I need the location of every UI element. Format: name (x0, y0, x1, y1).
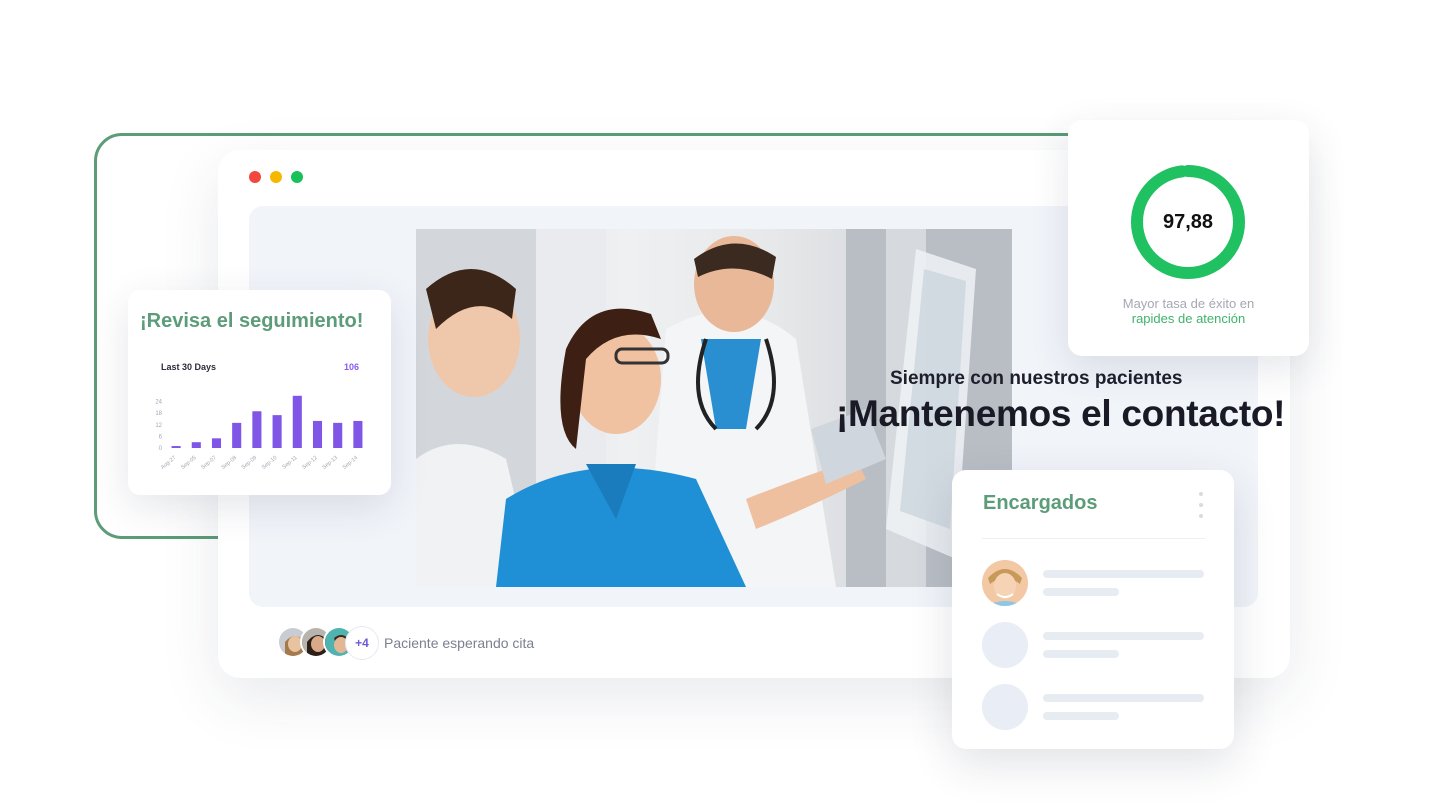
chart-bar[interactable] (232, 422, 242, 448)
member-role-placeholder (1043, 650, 1119, 658)
more-patients-badge[interactable]: +4 (345, 626, 379, 660)
success-caption-highlight: rapides de atención (1131, 311, 1246, 326)
x-tick-label: Sep-07 (200, 455, 217, 471)
tagline-heading: ¡Mantenemos el contacto! (836, 393, 1286, 434)
x-tick-label: Aug-27 (160, 455, 177, 471)
y-tick-label: 24 (155, 400, 162, 406)
x-tick-label: Sep-08 (221, 455, 238, 471)
avatar (982, 684, 1028, 730)
followup-card: ¡Revisa el seguimiento! Last 30 Days 106… (128, 290, 391, 495)
success-caption: Mayor tasa de éxito en (1122, 296, 1255, 311)
waiting-label: Paciente esperando cita (384, 635, 535, 651)
x-tick-label: Sep-10 (261, 455, 278, 471)
success-value: 97,88 (1162, 210, 1214, 233)
member-name-placeholder (1043, 694, 1204, 702)
minimize-dot-icon[interactable] (270, 171, 282, 183)
chart-bar[interactable] (211, 438, 222, 448)
tagline-subtitle: Siempre con nuestros pacientes (890, 368, 1183, 389)
member-role-placeholder (1043, 588, 1119, 596)
chart-period-label: Last 30 Days (161, 362, 217, 372)
chart-bar[interactable] (252, 411, 262, 448)
close-dot-icon[interactable] (249, 171, 261, 183)
chart-bar[interactable] (191, 442, 201, 448)
y-tick-label: 6 (159, 434, 163, 440)
bar-chart: 06121824Aug-27 Sep-05 Sep-07 Sep-08 Sep-09 Se… (155, 395, 363, 471)
chart-bar[interactable] (272, 415, 282, 448)
chart-bar[interactable] (312, 420, 323, 448)
x-tick-label: Sep-05 (180, 455, 197, 471)
team-member[interactable] (982, 684, 1204, 730)
x-tick-label: Sep-12 (301, 455, 318, 471)
followup-title: ¡Revisa el seguimiento! (140, 310, 364, 332)
team-title: Encargados (983, 492, 1098, 514)
chart-total: 106 (343, 362, 359, 372)
x-tick-label: Sep-11 (281, 455, 298, 471)
y-tick-label: 0 (159, 446, 163, 452)
x-tick-label: Sep-14 (342, 455, 359, 471)
window-controls (249, 171, 303, 183)
maximize-dot-icon[interactable] (291, 171, 303, 183)
y-tick-label: 18 (155, 411, 162, 417)
x-tick-label: Sep-13 (322, 455, 339, 471)
chart-bar[interactable] (353, 420, 363, 448)
chart-bar[interactable] (292, 395, 302, 448)
x-tick-label: Sep-09 (241, 455, 258, 471)
team-member[interactable] (982, 560, 1204, 606)
avatar (982, 560, 1028, 606)
chart-bar[interactable] (171, 446, 181, 448)
divider (982, 538, 1205, 539)
member-role-placeholder (1043, 712, 1119, 720)
success-rate-card: 97,88 Mayor tasa de éxito en rapides de … (1068, 120, 1309, 356)
member-avatar-icon (982, 560, 1028, 606)
y-tick-label: 12 (155, 423, 162, 429)
more-options-icon[interactable] (1198, 492, 1204, 518)
member-name-placeholder (1043, 632, 1204, 640)
team-card: Encargados (952, 470, 1234, 749)
avatar (982, 622, 1028, 668)
team-member[interactable] (982, 622, 1204, 668)
chart-bar[interactable] (333, 422, 343, 448)
member-name-placeholder (1043, 570, 1204, 578)
